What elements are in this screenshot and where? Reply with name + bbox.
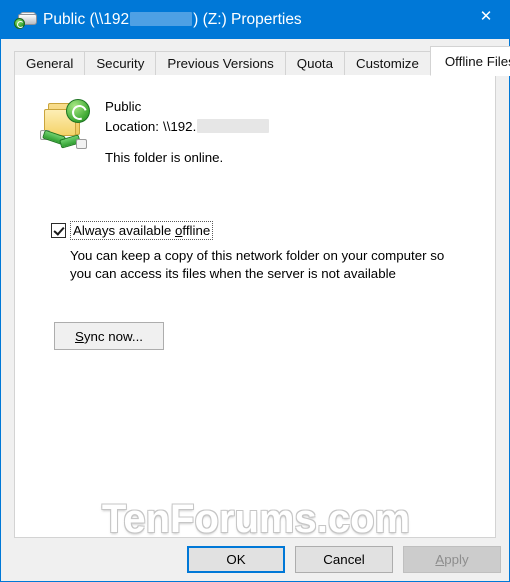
properties-dialog-window: Public (\\192 ) (Z:) Properties ✕ General…: [0, 0, 510, 582]
offline-files-panel: Public Location: \\192. This folder is on…: [14, 74, 496, 538]
offline-description-line1: You can keep a copy of this network fold…: [70, 248, 445, 263]
offline-folder-sync-icon: [40, 97, 96, 149]
folder-location-redaction: [197, 119, 270, 133]
cancel-button[interactable]: Cancel: [295, 546, 393, 573]
ok-button[interactable]: OK: [187, 546, 285, 573]
window-title-prefix: Public (\\192: [43, 11, 130, 28]
sync-now-label: Sync now...: [75, 329, 143, 344]
folder-online-status: This folder is online.: [105, 150, 224, 165]
tab-general[interactable]: General: [14, 51, 86, 75]
folder-name: Public: [105, 99, 142, 114]
checkbox-label-part2: ffline: [182, 223, 211, 238]
dialog-footer: OK Cancel Apply: [1, 546, 509, 582]
window-title: Public (\\192 ) (Z:) Properties: [43, 9, 302, 31]
tab-offline-files-label: Offline Files: [444, 54, 510, 69]
apply-button-accel: A: [435, 552, 445, 567]
sync-now-accel: S: [74, 328, 84, 344]
always-available-offline-label[interactable]: Always available offline: [70, 221, 214, 240]
checkbox-label-part1: Always available: [73, 223, 175, 238]
tab-strip: General Security Previous Versions Quota…: [14, 46, 510, 76]
tab-security[interactable]: Security: [84, 51, 157, 75]
tab-general-label: General: [26, 56, 74, 71]
tab-quota[interactable]: Quota: [284, 51, 346, 75]
tab-customize-label: Customize: [356, 56, 419, 71]
title-bar: Public (\\192 ) (Z:) Properties ✕: [1, 1, 509, 39]
ok-button-label: OK: [226, 552, 246, 567]
tab-quota-label: Quota: [296, 56, 334, 71]
tab-previous-versions-label: Previous Versions: [167, 56, 274, 71]
apply-button-rest: pply: [444, 552, 469, 567]
close-button[interactable]: ✕: [463, 1, 509, 31]
window-title-redaction: [130, 12, 193, 26]
apply-button-label: Apply: [435, 552, 468, 567]
always-available-offline-checkbox[interactable]: [51, 223, 66, 238]
close-icon: ✕: [479, 6, 493, 25]
apply-button: Apply: [403, 546, 501, 573]
sync-now-rest: ync now...: [83, 328, 143, 344]
folder-location-value: \\192.: [163, 119, 197, 134]
cancel-button-label: Cancel: [323, 552, 365, 567]
tab-previous-versions[interactable]: Previous Versions: [155, 51, 286, 75]
window-title-suffix: ) (Z:) Properties: [193, 11, 302, 28]
folder-location-row: Location: \\192.: [105, 119, 270, 134]
tab-security-label: Security: [96, 56, 145, 71]
tab-customize[interactable]: Customize: [344, 51, 431, 75]
always-available-offline-row[interactable]: Always available offline: [51, 221, 214, 240]
folder-location-label: Location:: [105, 119, 159, 134]
offline-description: You can keep a copy of this network fold…: [70, 247, 470, 283]
network-drive-sync-icon: [14, 11, 37, 29]
sync-now-button[interactable]: Sync now...: [54, 322, 164, 350]
tab-offline-files[interactable]: Offline Files: [429, 46, 510, 76]
offline-description-line2: you can access its files when the server…: [70, 266, 396, 281]
